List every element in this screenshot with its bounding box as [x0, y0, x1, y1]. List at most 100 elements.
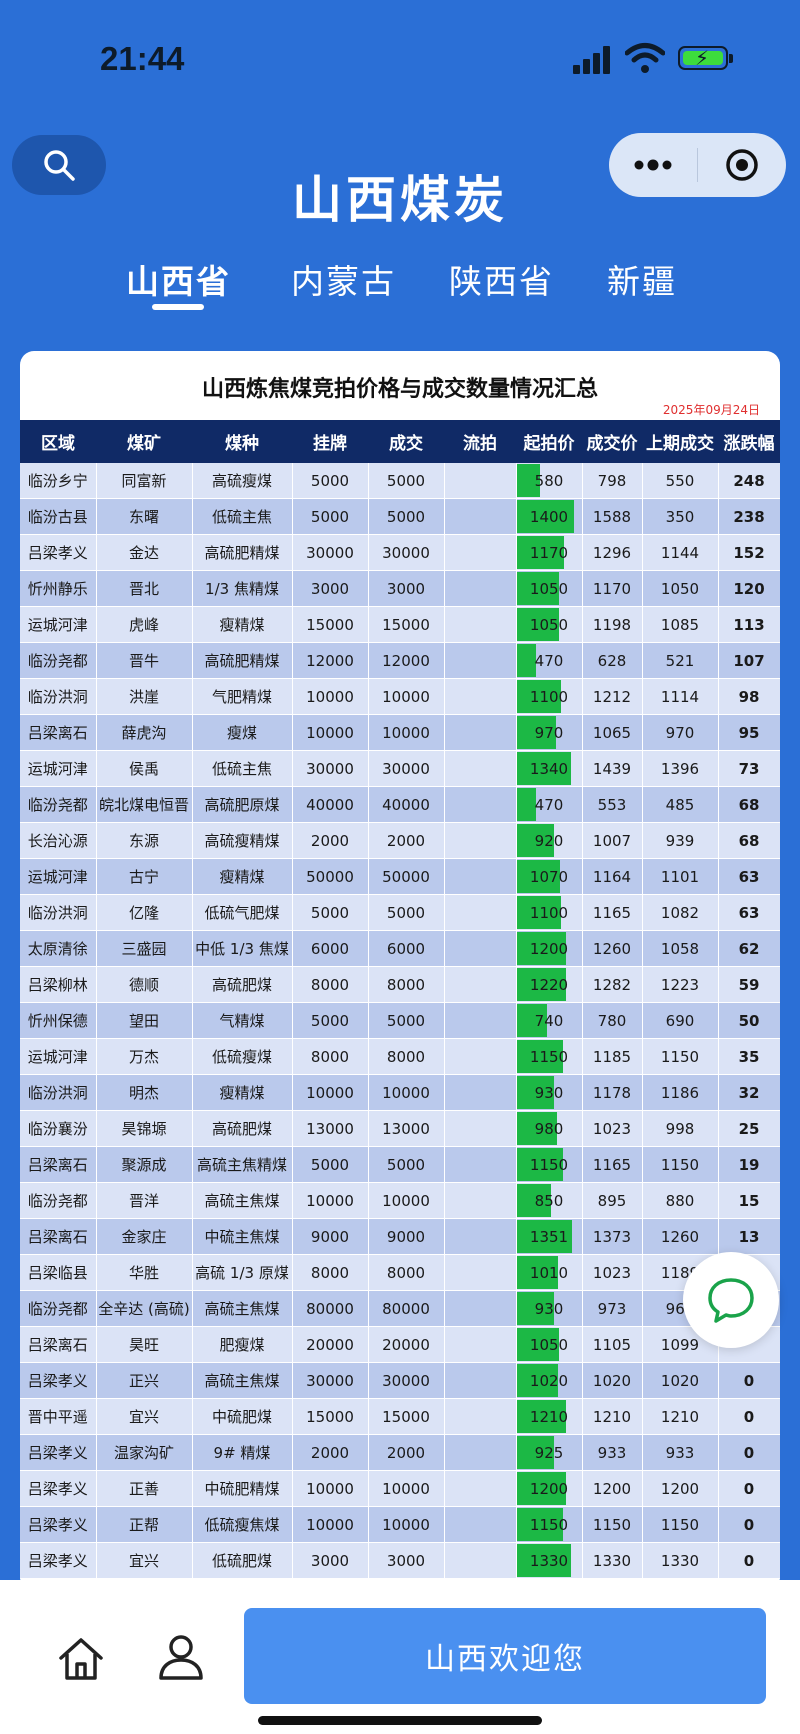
- mine-cell: 正兴: [96, 1362, 193, 1399]
- coal-type-cell: 中低 1/3 焦煤: [192, 930, 293, 967]
- change-cell: 98: [718, 678, 780, 715]
- unsold-cell: [444, 498, 517, 535]
- table-row: 吕梁孝义 正兴 高硫主焦煤 30000 30000 1020 1020 1020 0: [20, 1362, 780, 1399]
- deal-price-cell: 1439: [582, 750, 643, 787]
- unsold-cell: [444, 930, 517, 967]
- unsold-cell: [444, 750, 517, 787]
- start-price-cell: 980: [516, 1110, 583, 1147]
- column-header: 成交: [368, 420, 444, 463]
- prev-price-cell: 1050: [642, 570, 719, 607]
- mine-cell: 金达: [96, 534, 193, 571]
- mine-cell: 华胜: [96, 1254, 193, 1291]
- home-icon[interactable]: [55, 1632, 107, 1684]
- region-cell: 吕梁离石: [20, 1326, 97, 1363]
- listed-cell: 8000: [292, 1254, 369, 1291]
- change-cell: 68: [718, 822, 780, 859]
- region-cell: 临汾洪洞: [20, 678, 97, 715]
- tab-shanxi[interactable]: 山西省: [126, 255, 231, 303]
- start-price-value: 1220: [529, 975, 569, 994]
- welcome-button[interactable]: 山西欢迎您: [244, 1608, 766, 1704]
- tab-xinjiang[interactable]: 新疆: [607, 255, 677, 303]
- coal-type-cell: 1/3 焦精煤: [192, 570, 293, 607]
- deal-price-cell: 1164: [582, 858, 643, 895]
- app-title: 山西煤炭: [292, 171, 508, 229]
- coal-type-cell: 瘦精煤: [192, 606, 293, 643]
- deal-price-cell: 1105: [582, 1326, 643, 1363]
- listed-cell: 30000: [292, 534, 369, 571]
- region-cell: 吕梁孝义: [20, 1362, 97, 1399]
- user-icon[interactable]: [155, 1630, 207, 1682]
- listed-cell: 5000: [292, 463, 369, 499]
- tab-shaanxi[interactable]: 陕西省: [449, 255, 554, 303]
- traded-cell: 12000: [368, 642, 445, 679]
- unsold-cell: [444, 1398, 517, 1435]
- change-cell: 107: [718, 642, 780, 679]
- table-row: 临汾尧都 晋牛 高硫肥精煤 12000 12000 470 628 521 107: [20, 642, 780, 679]
- region-cell: 吕梁离石: [20, 714, 97, 751]
- region-cell: 忻州保德: [20, 1002, 97, 1039]
- region-cell: 忻州静乐: [20, 570, 97, 607]
- unsold-cell: [444, 1146, 517, 1183]
- prev-price-cell: 970: [642, 714, 719, 751]
- listed-cell: 30000: [292, 1362, 369, 1399]
- listed-cell: 12000: [292, 642, 369, 679]
- deal-price-cell: 1185: [582, 1038, 643, 1075]
- unsold-cell: [444, 786, 517, 823]
- table-row: 吕梁离石 昊旺 肥瘦煤 20000 20000 1050 1105 1099: [20, 1326, 780, 1363]
- table-row: 忻州静乐 晋北 1/3 焦精煤 3000 3000 1050 1170 1050 120: [20, 570, 780, 607]
- table-row: 临汾尧都 皖北煤电恒晋 高硫肥原煤 40000 40000 470 553 485 68: [20, 786, 780, 823]
- coal-type-cell: 中硫主焦煤: [192, 1218, 293, 1255]
- mine-cell: 晋洋: [96, 1182, 193, 1219]
- change-cell: 113: [718, 606, 780, 643]
- tab-neimenggu[interactable]: 内蒙古: [291, 255, 396, 303]
- start-price-value: 1150: [529, 1047, 569, 1066]
- start-price-value: 1100: [529, 903, 569, 922]
- table-row: 临汾洪洞 明杰 瘦精煤 10000 10000 930 1178 1186 32: [20, 1074, 780, 1111]
- deal-price-cell: 1020: [582, 1362, 643, 1399]
- change-cell: 120: [718, 570, 780, 607]
- listed-cell: 5000: [292, 894, 369, 931]
- table-row: 临汾尧都 晋洋 高硫主焦煤 10000 10000 850 895 880 15: [20, 1182, 780, 1219]
- start-price-value: 580: [534, 471, 564, 490]
- start-price-cell: 1050: [516, 570, 583, 607]
- column-header: 煤种: [192, 420, 292, 463]
- table-row: 吕梁孝义 温家沟矿 9# 精煤 2000 2000 925 933 933 0: [20, 1434, 780, 1471]
- coal-type-cell: 瘦煤: [192, 714, 293, 751]
- table-body: 临汾乡宁 同富新 高硫瘦煤 5000 5000 580 798 550 248 临汾古县 东曙 低硫主…: [20, 463, 780, 1579]
- start-price-cell: 1010: [516, 1254, 583, 1291]
- start-price-value: 1150: [529, 1155, 569, 1174]
- signal-icon: [573, 44, 613, 74]
- region-cell: 吕梁孝义: [20, 1506, 97, 1543]
- table-date: 2025年09月24日: [662, 403, 760, 417]
- start-price-value: 1210: [529, 1407, 569, 1426]
- start-price-cell: 1050: [516, 1326, 583, 1363]
- column-header: 涨跌幅: [718, 420, 780, 463]
- status-time: 21:44: [100, 40, 185, 77]
- prev-price-cell: 1058: [642, 930, 719, 967]
- deal-price-cell: 1065: [582, 714, 643, 751]
- traded-cell: 2000: [368, 1434, 445, 1471]
- change-cell: 68: [718, 786, 780, 823]
- start-price-value: 1050: [529, 615, 569, 634]
- start-price-cell: 970: [516, 714, 583, 751]
- change-cell: 0: [718, 1362, 780, 1399]
- chat-button[interactable]: [683, 1252, 779, 1348]
- mine-cell: 正帮: [96, 1506, 193, 1543]
- start-price-cell: 470: [516, 642, 583, 679]
- start-price-value: 1020: [529, 1371, 569, 1390]
- coal-type-cell: 高硫肥煤: [192, 1110, 293, 1147]
- deal-price-cell: 553: [582, 786, 643, 823]
- listed-cell: 5000: [292, 1002, 369, 1039]
- start-price-value: 1340: [529, 759, 569, 778]
- coal-type-cell: 气精煤: [192, 1002, 293, 1039]
- region-cell: 吕梁柳林: [20, 966, 97, 1003]
- unsold-cell: [444, 1326, 517, 1363]
- mine-cell: 同富新: [96, 463, 193, 499]
- unsold-cell: [444, 1038, 517, 1075]
- deal-price-cell: 895: [582, 1182, 643, 1219]
- mine-cell: 侯禹: [96, 750, 193, 787]
- mine-cell: 全辛达 (高硫): [96, 1290, 193, 1327]
- table-row: 吕梁孝义 金达 高硫肥精煤 30000 30000 1170 1296 1144 152: [20, 534, 780, 571]
- deal-price-cell: 1178: [582, 1074, 643, 1111]
- start-price-cell: 1020: [516, 1362, 583, 1399]
